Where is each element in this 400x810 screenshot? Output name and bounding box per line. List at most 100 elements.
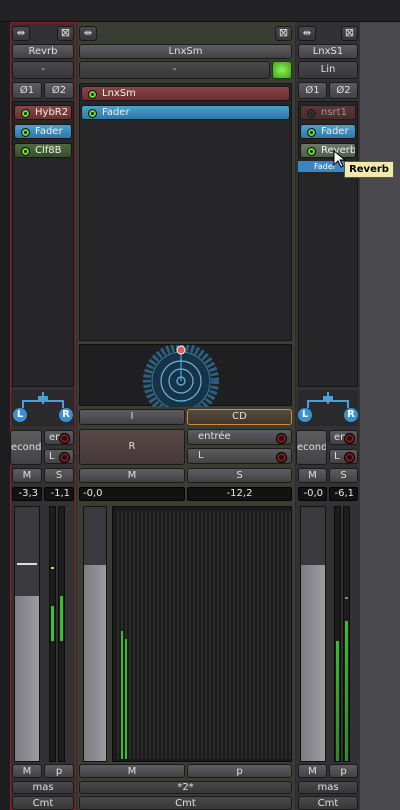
meter-peak bbox=[51, 567, 54, 569]
strip3-solo-button[interactable]: S bbox=[329, 468, 358, 483]
close-icon: ⊠ bbox=[344, 26, 355, 39]
strip2-mute-button[interactable]: M bbox=[79, 468, 185, 483]
strip3-comment-button[interactable]: Cmt bbox=[298, 796, 358, 810]
strip3-plugin-fader[interactable]: Fader bbox=[300, 124, 356, 139]
plugin-active-led[interactable] bbox=[307, 147, 316, 156]
strip3-name-button[interactable]: LnxS1 bbox=[298, 44, 358, 59]
meter-channel bbox=[225, 511, 227, 759]
meter-channel bbox=[281, 511, 283, 759]
strip2-peak-display[interactable]: -12,2 bbox=[187, 487, 292, 501]
strip1-input-button[interactable]: - bbox=[12, 61, 74, 79]
plugin-active-led[interactable] bbox=[88, 109, 97, 118]
strip2-gain-fader[interactable] bbox=[83, 506, 107, 762]
meter-channel bbox=[269, 511, 271, 759]
strip1-plugin-fader[interactable]: Fader bbox=[14, 124, 72, 139]
strip3-gain-fader[interactable] bbox=[300, 506, 326, 762]
strip1-comment-button[interactable]: Cmt bbox=[12, 796, 74, 810]
strip2-close-button[interactable]: ⊠ bbox=[275, 26, 292, 41]
strip3-panner[interactable]: L R bbox=[298, 390, 358, 426]
strip3-width-button[interactable]: ⇹ bbox=[298, 26, 316, 41]
strip2-comment-button[interactable]: Cmt bbox=[79, 796, 292, 810]
strip1-phase1-button[interactable]: Ø1 bbox=[12, 82, 42, 99]
plugin-active-led[interactable] bbox=[21, 128, 30, 137]
strip3-input-button[interactable]: Lin bbox=[298, 61, 358, 79]
plugin-active-led[interactable] bbox=[88, 90, 97, 99]
strip1-gain-fader[interactable] bbox=[14, 506, 40, 762]
meter-channel bbox=[285, 511, 287, 759]
strip3-l-button[interactable]: L bbox=[329, 449, 358, 464]
strip2-input-button[interactable]: - bbox=[79, 61, 270, 79]
strip1-solo-button[interactable]: S bbox=[44, 468, 74, 483]
strip1-plugin-clf8b[interactable]: Clf8B bbox=[14, 143, 72, 158]
strip1-width-button[interactable]: ⇹ bbox=[12, 26, 30, 41]
meter-channel bbox=[189, 511, 191, 759]
io-connect-icon bbox=[276, 452, 287, 463]
plugin-active-led[interactable] bbox=[21, 147, 30, 156]
strip2-group-button[interactable]: *2* bbox=[79, 781, 292, 794]
strip2-plugin-lnxsm[interactable]: LnxSm bbox=[81, 86, 290, 101]
strip1-route-button[interactable]: en bbox=[44, 430, 74, 445]
strip2-l-button[interactable]: L bbox=[187, 448, 292, 464]
strip3-meter-point-button[interactable]: M bbox=[298, 764, 327, 778]
pan-right-label: R bbox=[344, 408, 358, 422]
strip3-phase2-button[interactable]: Ø2 bbox=[329, 82, 358, 99]
strip3-gain-display[interactable]: -0,0 bbox=[298, 487, 327, 501]
strip2-gain-display[interactable]: -0,0 bbox=[79, 487, 185, 501]
strip3-route-button[interactable]: en bbox=[329, 430, 358, 445]
meter-channel bbox=[165, 511, 167, 759]
strip2-mode-button[interactable]: p bbox=[187, 764, 292, 778]
strip1-mode-button[interactable]: p bbox=[44, 764, 74, 778]
meter-channel bbox=[181, 511, 183, 759]
strip2-solo-button[interactable]: S bbox=[187, 468, 292, 483]
strip3-mode-button[interactable]: p bbox=[329, 764, 358, 778]
strip3-phase1-button[interactable]: Ø1 bbox=[298, 82, 327, 99]
strip1-meter-point-button[interactable]: M bbox=[12, 764, 42, 778]
strip3-group-button[interactable]: mas bbox=[298, 781, 358, 794]
strip2-plugin-fader[interactable]: Fader bbox=[81, 105, 290, 120]
strip1-close-button[interactable]: ⊠ bbox=[57, 26, 74, 41]
meter-channel bbox=[289, 511, 291, 759]
strip1-group-button[interactable]: mas bbox=[12, 781, 74, 794]
io-connect-icon bbox=[344, 452, 355, 463]
panner-dial-icon bbox=[143, 343, 219, 419]
strip3-plugin-nsrt1[interactable]: nsrt1 bbox=[300, 105, 356, 120]
meter-channel bbox=[145, 511, 147, 759]
strip1-phase2-button[interactable]: Ø2 bbox=[44, 82, 74, 99]
strip1-panner[interactable]: L R bbox=[12, 390, 74, 426]
plugin-active-led[interactable] bbox=[307, 128, 316, 137]
strip1-plugin-hybr2[interactable]: HybR2 bbox=[14, 105, 72, 120]
strip3-peak-display[interactable]: -6,1 bbox=[329, 487, 358, 501]
strip3-mute-button[interactable]: M bbox=[298, 468, 327, 483]
strip2-cd-button[interactable]: CD bbox=[187, 409, 292, 425]
io-connect-icon bbox=[59, 452, 70, 463]
strip3-plugin-reverb[interactable]: Reverb bbox=[300, 143, 356, 158]
meter-channel bbox=[133, 511, 135, 759]
plugin-active-led[interactable] bbox=[21, 109, 30, 118]
meter-channel bbox=[149, 511, 151, 759]
strip2-monitor-button[interactable] bbox=[272, 61, 292, 79]
strip1-mute-button[interactable]: M bbox=[12, 468, 42, 483]
strip1-peak-display[interactable]: -1,1 bbox=[44, 487, 74, 501]
strip2-processor-box[interactable] bbox=[79, 83, 292, 341]
strip1-meter-left bbox=[49, 506, 56, 762]
fader-unity-mark bbox=[17, 563, 37, 565]
strip2-route-button[interactable]: entrée bbox=[187, 429, 292, 445]
strip2-width-button[interactable]: ⇹ bbox=[79, 26, 97, 41]
strip1-gain-display[interactable]: -3,3 bbox=[12, 487, 42, 501]
strip1-l-button[interactable]: L bbox=[44, 449, 74, 464]
strip2-meter-point-button[interactable]: M bbox=[79, 764, 185, 778]
meter-channel bbox=[185, 511, 187, 759]
pan-center-marker bbox=[323, 396, 333, 402]
plugin-inactive-led[interactable] bbox=[307, 109, 316, 118]
meter-channel bbox=[273, 511, 275, 759]
strip2-stereo-panner[interactable] bbox=[79, 343, 292, 419]
close-icon: ⊠ bbox=[60, 26, 71, 39]
meter-channel bbox=[173, 511, 175, 759]
strip2-r-button[interactable]: R bbox=[79, 429, 185, 465]
strip1-input-button-2[interactable]: econd bbox=[10, 430, 42, 465]
strip3-input-button-2[interactable]: econd bbox=[296, 430, 327, 465]
strip1-name-button[interactable]: Revrb bbox=[12, 44, 74, 59]
strip2-i-button[interactable]: I bbox=[79, 409, 185, 425]
strip3-close-button[interactable]: ⊠ bbox=[341, 26, 358, 41]
strip2-name-button[interactable]: LnxSm bbox=[79, 44, 292, 59]
